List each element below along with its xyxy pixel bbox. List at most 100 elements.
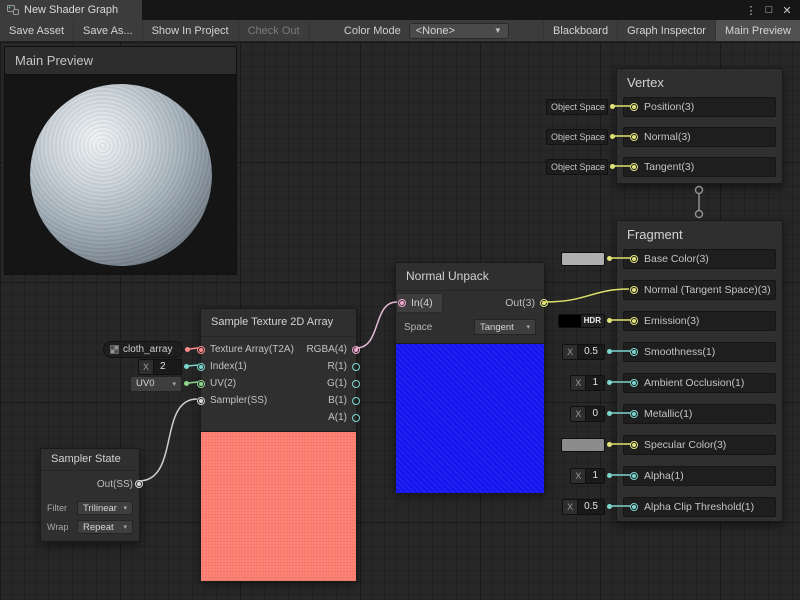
tab-title: New Shader Graph — [24, 4, 118, 16]
fragment-row-base-color: Base Color(3) — [623, 249, 776, 269]
caret-icon: ▾ — [172, 380, 176, 388]
out-group: Out(3) — [505, 297, 544, 309]
alpha-field[interactable]: X 1 — [570, 468, 605, 484]
metallic-widget: X 0 — [570, 405, 612, 422]
color-mode-dropdown[interactable]: <None> ▼ — [409, 23, 509, 39]
out-ss-port[interactable] — [135, 480, 143, 488]
alpha-port[interactable] — [630, 472, 638, 480]
widget-port-dot — [607, 256, 612, 261]
main-preview-panel-header[interactable]: Main Preview — [5, 47, 236, 75]
widget-port-dot — [607, 411, 612, 416]
menu-icon[interactable]: ⋮ — [742, 4, 760, 17]
normal-space-dropdown[interactable]: Object Space — [546, 129, 608, 145]
save-asset-button[interactable]: Save Asset — [0, 20, 74, 41]
maximize-icon[interactable]: □ — [760, 4, 778, 16]
sampler-state-node[interactable]: Sampler State Out(SS) Filter Trilinear ▾… — [40, 448, 140, 542]
ambient-occlusion-widget: X 1 — [570, 374, 612, 391]
preview-sphere[interactable] — [30, 84, 212, 266]
normal-unpack-node[interactable]: Normal Unpack In(4) Out(3) Space Tangent… — [395, 262, 545, 492]
rgba-output-port[interactable] — [352, 346, 360, 354]
ambient-occlusion-field[interactable]: X 1 — [570, 375, 605, 391]
widget-port-dot — [607, 318, 612, 323]
base-color-swatch[interactable] — [561, 252, 605, 266]
normal-input-port[interactable] — [630, 133, 638, 141]
save-as-button[interactable]: Save As... — [74, 20, 143, 41]
smoothness-port[interactable] — [630, 348, 638, 356]
field-value: 0 — [586, 407, 604, 421]
position-space-widget: Object Space — [546, 98, 615, 115]
position-input-port[interactable] — [630, 103, 638, 111]
emission-color-field[interactable]: HDR — [558, 314, 605, 328]
fragment-node[interactable]: Fragment Base Color(3) Normal (Tangent S… — [616, 220, 783, 522]
sampler-state-output-row: Out(SS) — [41, 475, 139, 493]
port-label: A(1) — [328, 412, 347, 423]
main-preview-button[interactable]: Main Preview — [715, 20, 800, 41]
emission-swatch — [559, 315, 581, 327]
port-label: In(4) — [411, 297, 433, 309]
output-row-r: R(1) — [201, 358, 356, 375]
sample-node-title: Sample Texture 2D Array — [201, 309, 356, 337]
caret-icon: ▾ — [526, 323, 530, 331]
position-space-dropdown[interactable]: Object Space — [546, 99, 608, 115]
b-output-port[interactable] — [352, 397, 360, 405]
alpha-clip-field[interactable]: X 0.5 — [562, 499, 605, 515]
toolbar-spacer-right — [517, 20, 543, 41]
graph-inspector-button[interactable]: Graph Inspector — [617, 20, 715, 41]
normal-unpack-preview — [396, 343, 544, 493]
alpha-clip-threshold-port[interactable] — [630, 503, 638, 511]
emission-port[interactable] — [630, 317, 638, 325]
tab-new-shader-graph[interactable]: New Shader Graph — [0, 0, 142, 20]
fragment-node-title: Fragment — [617, 221, 782, 249]
shader-graph-icon — [7, 4, 19, 16]
smoothness-field[interactable]: X 0.5 — [562, 344, 605, 360]
smoothness-widget: X 0.5 — [562, 343, 612, 360]
specular-color-port[interactable] — [630, 441, 638, 449]
title-bar: New Shader Graph ⋮ □ ✕ — [0, 0, 800, 20]
ambient-occlusion-port[interactable] — [630, 379, 638, 387]
index-field[interactable]: X 2 — [138, 359, 182, 375]
tangent-input-port[interactable] — [630, 163, 638, 171]
port-label: Base Color(3) — [644, 253, 709, 265]
normal-tangent-space-port[interactable] — [630, 286, 638, 294]
widget-port-dot — [607, 504, 612, 509]
specular-color-swatch[interactable] — [561, 438, 605, 452]
out-port[interactable] — [540, 299, 548, 307]
edge-rgba-to-in[interactable] — [356, 302, 397, 348]
cloth-array-pill[interactable]: cloth_array — [103, 341, 183, 358]
specular-color-widget — [561, 436, 612, 453]
field-value: 1 — [586, 469, 604, 483]
output-row-g: G(1) — [201, 375, 356, 392]
a-output-port[interactable] — [352, 414, 360, 422]
fragment-row-normal: Normal (Tangent Space)(3) — [623, 280, 776, 300]
space-label: Space — [404, 322, 432, 333]
show-in-project-button[interactable]: Show In Project — [143, 20, 239, 41]
metallic-port[interactable] — [630, 410, 638, 418]
uv-channel-dropdown[interactable]: UV0 ▾ — [130, 376, 182, 392]
axis-label: X — [571, 376, 586, 390]
vertex-node[interactable]: Vertex Position(3) Normal(3) Tangent(3) — [616, 68, 783, 184]
port-label: G(1) — [327, 378, 347, 389]
sample-texture-2d-array-node[interactable]: Sample Texture 2D Array Texture Array(T2… — [200, 308, 357, 580]
filter-dropdown[interactable]: Trilinear ▾ — [77, 501, 133, 515]
in-port[interactable] — [398, 299, 406, 307]
edge-samplerstate-to-sampler[interactable] — [139, 399, 197, 481]
wrap-row: Wrap Repeat ▾ — [41, 520, 139, 534]
blackboard-button[interactable]: Blackboard — [543, 20, 617, 41]
r-output-port[interactable] — [352, 363, 360, 371]
normal-space-widget: Object Space — [546, 128, 615, 145]
caret-icon: ▾ — [123, 523, 127, 531]
space-dropdown[interactable]: Tangent ▾ — [474, 319, 536, 335]
port-label: R(1) — [328, 361, 347, 372]
close-icon[interactable]: ✕ — [778, 4, 796, 17]
port-label: Smoothness(1) — [644, 346, 715, 358]
base-color-port[interactable] — [630, 255, 638, 263]
port-label: Normal(3) — [644, 131, 691, 143]
metallic-field[interactable]: X 0 — [570, 406, 605, 422]
g-output-port[interactable] — [352, 380, 360, 388]
tangent-space-dropdown[interactable]: Object Space — [546, 159, 608, 175]
port-label: RGBA(4) — [306, 344, 347, 355]
fragment-row-alpha-clip: Alpha Clip Threshold(1) — [623, 497, 776, 517]
graph-canvas[interactable]: Main Preview Vertex Position(3) Normal(3… — [0, 42, 800, 600]
check-out-button[interactable]: Check Out — [239, 20, 310, 41]
wrap-dropdown[interactable]: Repeat ▾ — [77, 520, 133, 534]
